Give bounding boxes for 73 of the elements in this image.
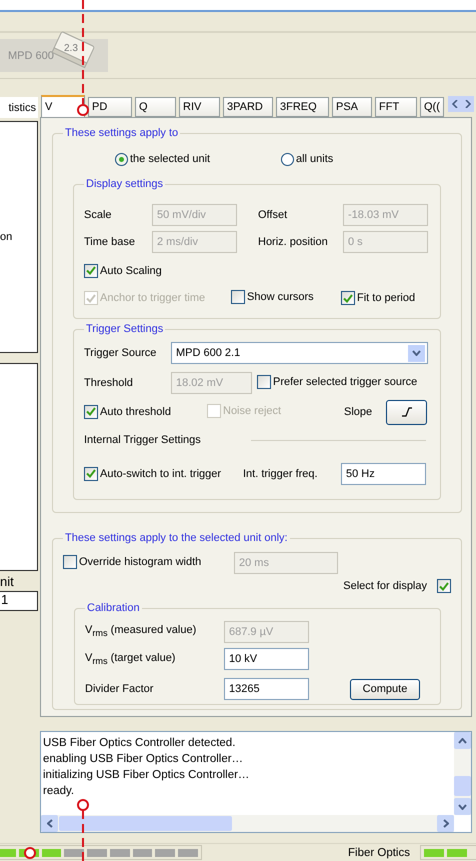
tab[interactable]: PD [88,97,132,117]
field-label: Trigger Source [84,347,158,359]
scroll-up-button[interactable] [454,732,471,749]
field-label: Divider Factor [85,683,154,695]
statistics-tab[interactable]: tistics [0,97,38,118]
group-title: Display settings [85,178,164,191]
field-label: Int. trigger freq. [243,468,319,480]
log-line: ready. [43,784,76,799]
circle-marker-icon [24,847,36,859]
device-number: 2.3 [64,43,78,54]
tab[interactable]: 3FREQ [276,97,329,117]
log-line: USB Fiber Optics Controller detected. [43,736,236,751]
tab[interactable]: RIV [179,97,220,117]
trigger-source-dropdown[interactable]: MPD 600 2.1 [171,342,428,364]
checkbox[interactable]: Show cursors [231,290,314,304]
check-icon [439,582,449,590]
checkbox[interactable]: Auto threshold [84,404,171,419]
text-field[interactable]: 10 kV [224,648,309,670]
tab-scroll-arrows[interactable] [448,96,474,112]
checkbox[interactable]: Fit to period [341,291,416,306]
status-label: Fiber Optics [348,846,410,858]
scroll-left-button[interactable] [41,815,58,832]
field-label: V$_{rms}$ (measured value) [85,624,198,639]
device-label: MPD 600 [8,50,54,62]
checkbox[interactable]: Auto Scaling [84,264,162,278]
chevron-down-icon [412,350,421,356]
scroll-down-button[interactable] [454,798,471,815]
horizontal-scrollbar[interactable] [41,815,454,832]
radio-dot-icon [119,156,124,162]
check-icon [86,469,96,478]
tab[interactable]: PSA [332,97,372,117]
section-title: Internal Trigger Settings [84,434,201,446]
field-label: Horiz. position [258,236,329,248]
checkbox[interactable]: Prefer selected trigger source [257,374,418,388]
field-label: Offset [258,208,288,220]
field-label: V$_{rms}$ (target value) [85,652,176,666]
check-icon [86,407,96,416]
check-icon [86,266,96,275]
unit-field[interactable]: 1 [0,591,38,611]
vertical-scrollbar[interactable] [454,732,471,815]
radio-button[interactable]: the selected unit [115,152,281,166]
compute-button[interactable]: Compute [350,678,420,700]
field-label: Time base [84,236,136,248]
log-line: enabling USB Fiber Optics Controller… [43,752,244,767]
tab[interactable]: Q [135,97,176,117]
tab[interactable]: 3PARD [223,97,273,117]
text-field[interactable]: 13265 [224,678,309,700]
slope-label: Slope [344,406,374,418]
group-title: These settings apply to [64,127,180,140]
slope-button[interactable] [386,400,427,424]
checkbox[interactable]: Override histogram width [63,554,202,568]
group-title: Trigger Settings [85,323,164,336]
scrollbar-thumb[interactable] [454,776,471,796]
scroll-right-button[interactable] [437,815,454,832]
check-icon [86,294,96,303]
checkbox[interactable]: Select for display [343,579,451,593]
field-label: Threshold [84,377,134,389]
scrollbar-thumb[interactable] [59,816,232,831]
group-title: Calibration [86,602,141,615]
tab[interactable]: FFT [375,97,417,117]
radio-button[interactable]: all units [281,152,334,166]
check-icon [343,294,353,303]
unit-label: nit [0,574,15,589]
log-line: initializing USB Fiber Optics Controller… [43,768,250,783]
rising-edge-icon [400,407,412,417]
panel-text: on [0,231,12,243]
field-label: Scale [84,208,113,220]
tab[interactable]: Q(( [420,97,444,117]
group-title: These settings apply to the selected unit only: [64,532,289,545]
tab[interactable]: V [41,95,85,117]
device-tab[interactable]: MPD 600 2.3 [0,31,108,72]
checkbox[interactable]: Auto-switch to int. trigger [84,466,222,481]
text-field[interactable]: 50 Hz [341,463,426,485]
